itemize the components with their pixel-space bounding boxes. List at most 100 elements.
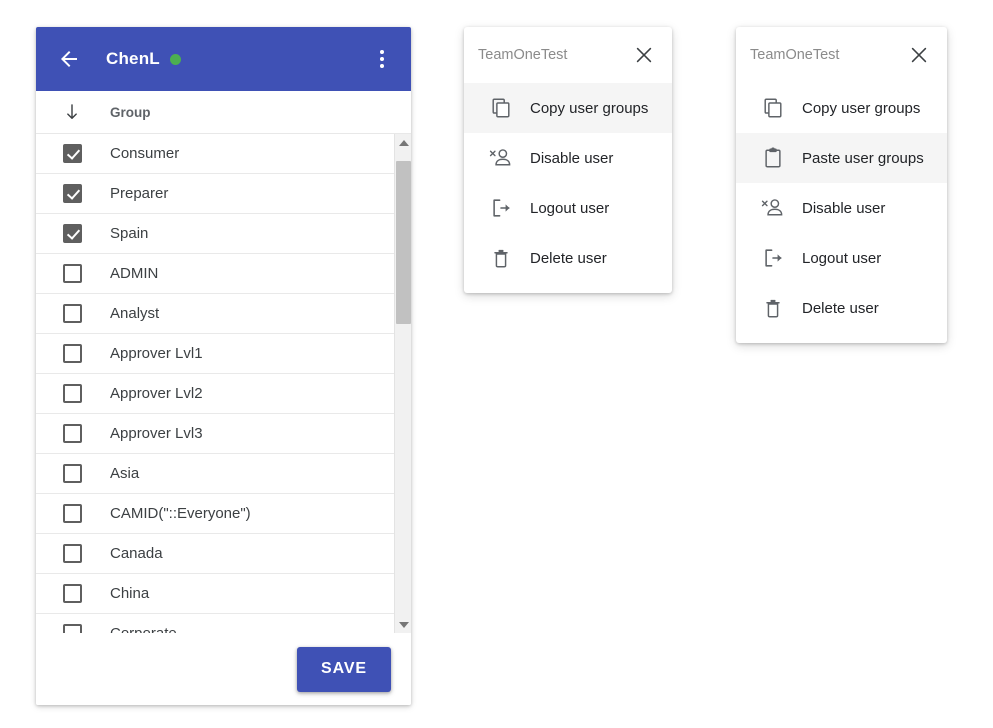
group-checkbox-cell[interactable]: [48, 424, 96, 443]
context-menu-header: TeamOneTest: [736, 27, 947, 83]
group-checkbox-cell[interactable]: [48, 464, 96, 483]
trash-icon: [758, 297, 788, 319]
menu-item-label: Logout user: [802, 249, 882, 267]
group-row[interactable]: Approver Lvl3: [36, 414, 394, 454]
group-name: Approver Lvl2: [110, 385, 203, 402]
close-icon[interactable]: [905, 41, 933, 69]
group-name: ADMIN: [110, 265, 159, 282]
menu-item[interactable]: Disable user: [736, 183, 947, 233]
menu-item-label: Disable user: [530, 149, 614, 167]
group-checkbox-cell[interactable]: [48, 504, 96, 523]
menu-item-label: Delete user: [530, 249, 607, 267]
group-name: Canada: [110, 545, 163, 562]
user-disable-icon: [758, 197, 788, 219]
user-card-header: ChenL: [36, 27, 411, 91]
menu-item[interactable]: Disable user: [464, 133, 672, 183]
checkbox-checked-icon[interactable]: [62, 224, 82, 243]
status-badge: [169, 53, 181, 65]
menu-item[interactable]: Copy user groups: [464, 83, 672, 133]
copy-icon: [758, 97, 788, 119]
group-name: Corporate: [110, 625, 177, 633]
group-row[interactable]: Approver Lvl2: [36, 374, 394, 414]
checkbox-unchecked-icon[interactable]: [62, 544, 82, 563]
group-row[interactable]: Preparer: [36, 174, 394, 214]
context-menu-header: TeamOneTest: [464, 27, 672, 83]
menu-item[interactable]: Delete user: [464, 233, 672, 283]
group-name: China: [110, 585, 150, 602]
menu-item[interactable]: Logout user: [464, 183, 672, 233]
trash-icon: [486, 247, 516, 269]
group-name: Spain: [110, 225, 149, 242]
scroll-up-button[interactable]: [395, 134, 411, 151]
group-checkbox-cell[interactable]: [48, 544, 96, 563]
checkbox-unchecked-icon[interactable]: [62, 384, 82, 403]
group-row[interactable]: Canada: [36, 534, 394, 574]
group-checkbox-cell[interactable]: [48, 184, 96, 203]
group-row[interactable]: CAMID("::Everyone"): [36, 494, 394, 534]
user-groups-card: ChenL Group Consumer Preparer Spain ADMIN An…: [36, 27, 411, 705]
menu-item-label: Delete user: [802, 299, 879, 317]
checkbox-unchecked-icon[interactable]: [62, 424, 82, 443]
group-list-wrapper: Consumer Preparer Spain ADMIN Analyst Approve…: [36, 133, 411, 633]
group-checkbox-cell[interactable]: [48, 344, 96, 363]
more-vert-icon[interactable]: [367, 42, 397, 76]
checkbox-unchecked-icon[interactable]: [62, 304, 82, 323]
group-list[interactable]: Consumer Preparer Spain ADMIN Analyst Approve…: [36, 134, 394, 633]
arrow-left-icon[interactable]: [52, 42, 86, 76]
menu-team-label: TeamOneTest: [750, 47, 840, 63]
group-row[interactable]: ADMIN: [36, 254, 394, 294]
checkbox-unchecked-icon[interactable]: [62, 464, 82, 483]
menu-item-label: Copy user groups: [802, 99, 921, 117]
group-name: Consumer: [110, 145, 180, 162]
close-icon[interactable]: [630, 41, 658, 69]
save-button[interactable]: SAVE: [297, 646, 391, 692]
group-table-header: Group: [36, 91, 411, 133]
menu-item[interactable]: Paste user groups: [736, 133, 947, 183]
group-checkbox-cell[interactable]: [48, 264, 96, 283]
group-name: Asia: [110, 465, 140, 482]
group-checkbox-cell[interactable]: [48, 624, 96, 633]
group-checkbox-cell[interactable]: [48, 304, 96, 323]
group-row[interactable]: Corporate: [36, 614, 394, 633]
app-root: ChenL Group Consumer Preparer Spain ADMIN An…: [0, 0, 993, 728]
vertical-scrollbar[interactable]: [394, 134, 411, 633]
menu-item-label: Paste user groups: [802, 149, 924, 167]
group-name: Analyst: [110, 305, 160, 322]
group-row[interactable]: Consumer: [36, 134, 394, 174]
context-menu-paste: TeamOneTest Copy user groups Paste user g…: [736, 27, 947, 343]
scrollbar-thumb[interactable]: [396, 161, 411, 324]
checkbox-checked-icon[interactable]: [62, 144, 82, 163]
group-row[interactable]: Approver Lvl1: [36, 334, 394, 374]
checkbox-unchecked-icon[interactable]: [62, 344, 82, 363]
group-row[interactable]: China: [36, 574, 394, 614]
checkbox-unchecked-icon[interactable]: [62, 264, 82, 283]
menu-item[interactable]: Copy user groups: [736, 83, 947, 133]
group-row[interactable]: Analyst: [36, 294, 394, 334]
scroll-down-button[interactable]: [395, 616, 411, 633]
group-checkbox-cell[interactable]: [48, 384, 96, 403]
group-checkbox-cell[interactable]: [48, 584, 96, 603]
card-footer: SAVE: [36, 633, 411, 705]
menu-item[interactable]: Delete user: [736, 283, 947, 333]
logout-icon: [486, 197, 516, 219]
arrow-down-icon[interactable]: [48, 102, 96, 122]
clipboard-icon: [758, 147, 788, 169]
menu-item[interactable]: Logout user: [736, 233, 947, 283]
group-name: Preparer: [110, 185, 169, 202]
checkbox-unchecked-icon[interactable]: [62, 584, 82, 603]
checkbox-unchecked-icon[interactable]: [62, 504, 82, 523]
context-menu-item-list: Copy user groups Paste user groups Disable…: [736, 83, 947, 333]
group-checkbox-cell[interactable]: [48, 144, 96, 163]
group-row[interactable]: Asia: [36, 454, 394, 494]
menu-item-label: Logout user: [530, 199, 610, 217]
context-menu-copy: TeamOneTest Copy user groups Disable user…: [464, 27, 672, 293]
group-name: CAMID("::Everyone"): [110, 505, 251, 522]
menu-team-label: TeamOneTest: [478, 47, 568, 63]
user-disable-icon: [486, 147, 516, 169]
menu-item-label: Copy user groups: [530, 99, 649, 117]
checkbox-checked-icon[interactable]: [62, 184, 82, 203]
group-row[interactable]: Spain: [36, 214, 394, 254]
group-name: Approver Lvl1: [110, 345, 203, 362]
group-checkbox-cell[interactable]: [48, 224, 96, 243]
checkbox-unchecked-icon[interactable]: [62, 624, 82, 633]
